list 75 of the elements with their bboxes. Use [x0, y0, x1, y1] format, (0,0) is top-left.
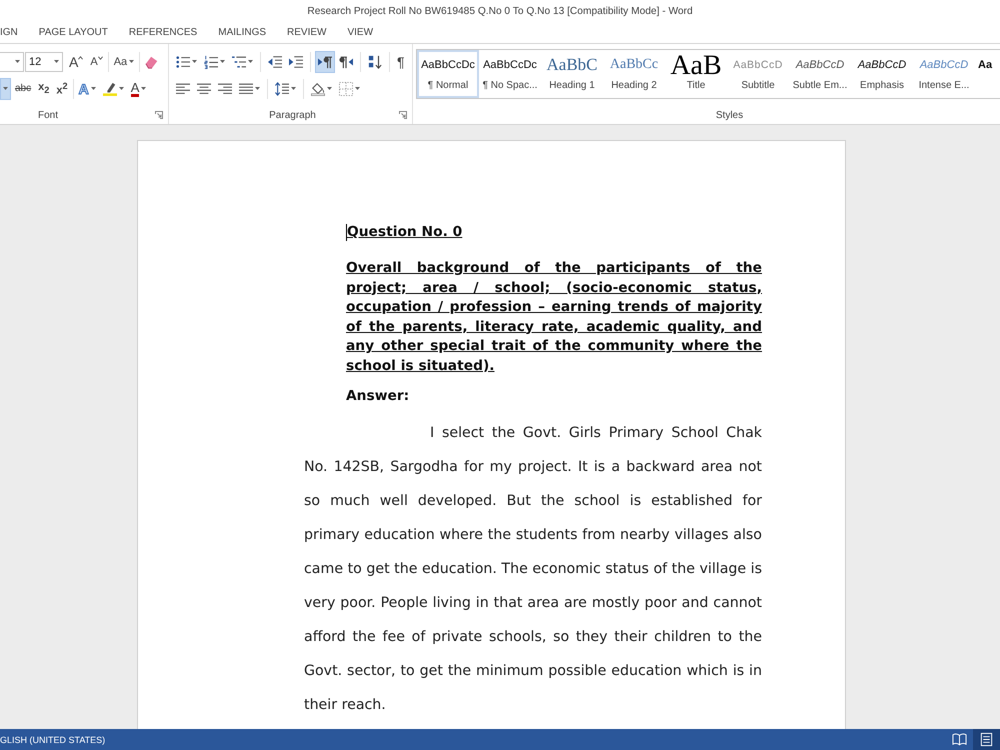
ribbon-tab[interactable]: VIEW: [347, 22, 374, 43]
font-size-field[interactable]: 12: [25, 52, 63, 72]
strikethrough-button[interactable]: abc: [12, 78, 34, 100]
ribbon-tab[interactable]: REFERENCES: [128, 22, 198, 43]
style-item[interactable]: AaBbCc Heading 2: [603, 50, 665, 98]
caret-icon: [118, 87, 124, 90]
answer-paragraph: I select the Govt. Girls Primary School Chak No. 142SB, Sargodha for my project. It is a backward area not so much well developed. But the school is established for primary education where the students from nearby villages also came to get the education. The economic status of the village is very poor. People living in that area are mostly poor and cannot afford the fee of private schools, so they their children to the Govt. sector, to get the minimum possible education which is in their reach.: [304, 424, 762, 715]
justify-icon: [239, 82, 253, 96]
bullet-list-icon: [176, 54, 190, 68]
caret-icon: [355, 87, 360, 90]
style-item[interactable]: Aa: [975, 50, 1000, 98]
caret-icon: [54, 60, 59, 63]
caret-icon: [192, 60, 197, 63]
ribbon-tab[interactable]: IGN: [0, 22, 18, 43]
caret-icon: [90, 87, 96, 90]
decrease-indent-icon: [268, 54, 282, 68]
dialog-launcher-icon[interactable]: [155, 111, 163, 119]
font-name-field[interactable]: [0, 52, 24, 72]
caret-icon: [291, 87, 296, 90]
left-to-right-icon: [318, 54, 332, 68]
style-item[interactable]: AaBbCcD Subtle Em...: [789, 50, 851, 98]
eraser-icon: [145, 54, 160, 68]
caret-icon: [248, 60, 253, 63]
sort-icon: [368, 54, 382, 68]
style-item[interactable]: AaBbCcD Emphasis: [851, 50, 913, 98]
left-to-right-button[interactable]: [315, 50, 335, 72]
group-label: Font: [38, 110, 58, 120]
print-layout-button[interactable]: [973, 729, 1000, 750]
chevron-up-icon: [78, 56, 84, 60]
align-left-icon: [176, 82, 190, 96]
caret-icon: [3, 87, 8, 90]
caret-icon: [327, 87, 332, 90]
style-item[interactable]: AaBbCcD Intense E...: [913, 50, 975, 98]
shrink-font-button[interactable]: A: [87, 50, 106, 72]
ribbon-tab[interactable]: MAILINGS: [218, 22, 266, 43]
page-icon: [979, 732, 994, 747]
increase-indent-icon: [289, 54, 303, 68]
ribbon-tab[interactable]: REVIEW: [287, 22, 326, 43]
dialog-launcher-icon[interactable]: [399, 111, 407, 119]
question-text: Overall background of the participants of the project; area / school; (socio-economic status, occupation / profession – earning trends of majority of the parents, literacy rate, academic quality, and any other special trait of the community where the school is situated).: [346, 259, 762, 376]
language-indicator[interactable]: GLISH (UNITED STATES): [0, 734, 106, 744]
borders-icon: [339, 82, 353, 96]
style-item[interactable]: AaBbCcDc ¶ No Spac...: [479, 50, 541, 98]
window-title: Research Project Roll No BW619485 Q.No 0 To Q.No 13 [Compatibility Mode] - Word: [307, 6, 693, 16]
grow-font-button[interactable]: A: [66, 50, 86, 72]
caret-icon: [15, 60, 20, 63]
style-item[interactable]: AaBbCcDc ¶ Normal: [417, 50, 479, 98]
align-right-icon: [218, 82, 232, 96]
numbered-list-icon: [204, 54, 218, 68]
font-color-button[interactable]: A: [128, 78, 150, 100]
style-item[interactable]: AaBbC Heading 1: [541, 50, 603, 98]
group-label: Styles: [716, 110, 744, 120]
style-item[interactable]: AaBbCcD Subtitle: [727, 50, 789, 98]
question-heading: Question No. 0: [347, 223, 462, 242]
caret-icon: [220, 60, 225, 63]
chevron-down-icon: [98, 56, 103, 60]
group-label: Paragraph: [269, 110, 316, 120]
line-spacing-icon: [275, 82, 289, 96]
dropdown-button[interactable]: [0, 78, 11, 100]
multilevel-list-icon: [232, 54, 246, 68]
superscript-button[interactable]: x$^{2}$: [53, 78, 71, 100]
highlighter-icon: [102, 82, 117, 96]
caret-icon: [129, 60, 134, 63]
ribbon-tab[interactable]: PAGE LAYOUT: [38, 22, 108, 43]
style-item[interactable]: AaB Title: [665, 50, 727, 98]
paint-bucket-icon: [311, 82, 325, 96]
show-hide-marks-button[interactable]: ¶: [394, 50, 408, 72]
change-case-button[interactable]: Aa: [110, 50, 138, 72]
answer-label: Answer:: [346, 387, 410, 406]
right-to-left-icon: [339, 54, 353, 68]
align-center-icon: [197, 82, 211, 96]
subscript-button[interactable]: x$_{2}$: [35, 78, 52, 100]
open-book-icon: [952, 732, 967, 747]
caret-icon: [141, 87, 146, 90]
caret-icon: [255, 87, 260, 90]
